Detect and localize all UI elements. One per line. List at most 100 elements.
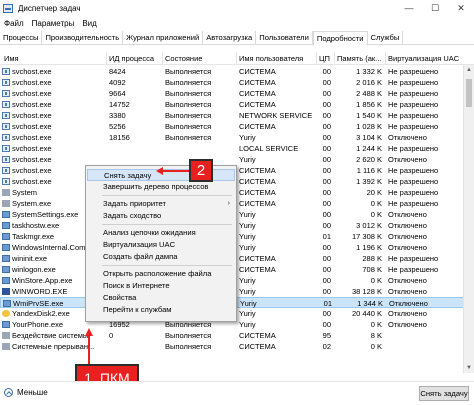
- column-header-user[interactable]: Имя пользователя: [236, 52, 316, 65]
- table-row[interactable]: WindowsInternal.Com... Yuriy 00 1 196 K Откл…: [0, 242, 474, 253]
- context-menu-item[interactable]: Перейти к службам: [87, 304, 235, 316]
- column-header-status[interactable]: Состояние: [162, 52, 236, 65]
- table-row[interactable]: YandexDisk2.exe4856ВыполняетсяYuriy0020 …: [0, 308, 474, 319]
- close-button[interactable]: ✕: [448, 0, 474, 16]
- minimize-button[interactable]: —: [396, 0, 422, 16]
- table-row-selected[interactable]: WmiPrvSE.exe15676ВыполняетсяYuriy011 344…: [0, 297, 474, 308]
- context-menu-item[interactable]: Виртуализация UAC: [87, 239, 235, 251]
- tab-startup[interactable]: Автозагрузка: [203, 31, 257, 45]
- table-row[interactable]: svchost.exe 3380 Выполняется NETWORK SERVIC…: [0, 110, 474, 121]
- cell-user: СИСТЕМА: [239, 67, 276, 76]
- cell-uac: Не разрешено: [388, 144, 439, 153]
- table-row[interactable]: YourPhone.exe 16952 Выполняется Yuriy 00 0 KО…: [0, 319, 474, 330]
- table-row[interactable]: Taskmgr.exe Yuriy 01 17 308 K Отключено: [0, 231, 474, 242]
- cell-memory: 1 196 K: [356, 243, 382, 252]
- cell-user: СИСТЕМА: [239, 199, 276, 208]
- scroll-down-icon[interactable]: ▼: [464, 363, 474, 373]
- cell-status: Выполняется: [165, 67, 212, 76]
- tab-services[interactable]: Службы: [368, 31, 404, 45]
- process-name: svchost.exe: [12, 100, 52, 109]
- scroll-thumb[interactable]: [466, 79, 472, 107]
- cell-cpu: 00: [322, 199, 331, 208]
- menu-file[interactable]: Файл: [0, 19, 28, 28]
- cell-cpu: 00: [322, 166, 331, 175]
- table-row[interactable]: svchost.exe 18156 Выполняется Yuriy 00 3 104 …: [0, 132, 474, 143]
- tab-performance[interactable]: Производительность: [42, 31, 124, 45]
- tab-users[interactable]: Пользователи: [256, 31, 313, 45]
- table-row[interactable]: taskhostw.exe Yuriy 00 3 012 K Отключено: [0, 220, 474, 231]
- end-task-button[interactable]: Снять задачу: [419, 386, 469, 401]
- fewer-details-button[interactable]: Меньше: [4, 388, 48, 397]
- cell-status: Выполняется: [165, 78, 212, 87]
- cell-cpu: 00: [322, 287, 331, 296]
- column-header-pid[interactable]: ИД процесса: [106, 52, 162, 65]
- process-icon: [2, 145, 10, 152]
- table-row[interactable]: svchost.exe 4092 Выполняется СИСТЕМА 00 2 016…: [0, 77, 474, 88]
- vertical-scrollbar[interactable]: ▲ ▼: [463, 65, 474, 373]
- window-title: Диспетчер задач: [18, 3, 81, 13]
- cell-user: СИСТЕМА: [239, 89, 276, 98]
- cell-pid: 9664: [109, 89, 126, 98]
- table-row[interactable]: wininit.exe СИСТЕМА 00 288 K Не разрешено: [0, 253, 474, 264]
- table-row[interactable]: svchost.exe 8424 Выполняется СИСТЕМА 00 1 332…: [0, 66, 474, 77]
- process-name: svchost.exe: [12, 122, 52, 131]
- tab-processes[interactable]: Процессы: [0, 31, 43, 45]
- cell-status: Выполняется: [165, 331, 212, 340]
- table-header: Имя ИД процесса Состояние Имя пользовате…: [0, 52, 474, 65]
- tab-details[interactable]: Подробности: [312, 31, 368, 46]
- cell-uac: Не разрешено: [388, 188, 439, 197]
- table-row[interactable]: WINWORD.EXE Yuriy 00 38 128 K Отключено: [0, 286, 474, 297]
- cell-name: svchost.exe: [0, 132, 106, 143]
- context-menu-item[interactable]: Завершить дерево процессов: [87, 181, 235, 193]
- cell-memory: 1 332 K: [356, 67, 382, 76]
- cell-uac: Не разрешено: [388, 67, 439, 76]
- table-row[interactable]: winlogon.exe СИСТЕМА 00 708 K Не разрешено: [0, 264, 474, 275]
- context-menu-label: Открыть расположение файла: [103, 269, 212, 278]
- table-row[interactable]: SystemSettings.exe Yuriy 00 0 K Отключено: [0, 209, 474, 220]
- context-menu-item[interactable]: Анализ цепочки ожидания: [87, 227, 235, 239]
- scroll-up-icon[interactable]: ▲: [464, 65, 474, 75]
- cell-memory: 0 K: [370, 276, 382, 285]
- process-icon: [2, 200, 10, 207]
- table-row[interactable]: svchost.exe СИСТЕМА 00 1 116 K Не разрешено: [0, 165, 474, 176]
- cell-memory: 38 128 K: [351, 287, 382, 296]
- table-row[interactable]: svchost.exe Yuriy 00 2 620 K Отключено: [0, 154, 474, 165]
- context-menu-item[interactable]: Поиск в Интернете: [87, 280, 235, 292]
- column-header-uac[interactable]: Виртуализация UAC: [385, 52, 463, 65]
- table-row[interactable]: svchost.exe LOCAL SERVICE 00 1 244 K Не разр…: [0, 143, 474, 154]
- table-row[interactable]: svchost.exe 5256 Выполняется СИСТЕМА 00 1 028…: [0, 121, 474, 132]
- process-icon: [2, 321, 10, 328]
- table-row[interactable]: System СИСТЕМА 00 20 K Не разрешено: [0, 187, 474, 198]
- task-manager-icon: [3, 3, 13, 13]
- context-menu-item[interactable]: Свойства: [87, 292, 235, 304]
- table-row[interactable]: System.exe СИСТЕМА 00 0 K Не разрешено: [0, 198, 474, 209]
- menu-options[interactable]: Параметры: [28, 19, 79, 28]
- menu-bar: Файл Параметры Вид: [0, 16, 474, 30]
- process-name: svchost.exe: [12, 133, 52, 142]
- column-header-memory[interactable]: Память (ак...: [334, 52, 385, 65]
- maximize-button[interactable]: ☐: [422, 0, 448, 16]
- context-menu-item[interactable]: Открыть расположение файла: [87, 268, 235, 280]
- process-name: wininit.exe: [12, 254, 48, 263]
- process-icon: [2, 211, 10, 218]
- process-icon: [2, 244, 10, 251]
- title-bar: Диспетчер задач — ☐ ✕: [0, 0, 474, 16]
- table-row[interactable]: WinStore.App.exe Yuriy 00 0 K Отключено: [0, 275, 474, 286]
- column-header-cpu[interactable]: ЦП: [316, 52, 334, 65]
- cell-pid: 8424: [109, 67, 126, 76]
- process-name: svchost.exe: [12, 155, 52, 164]
- menu-view[interactable]: Вид: [78, 19, 100, 28]
- tab-app-history[interactable]: Журнал приложений: [123, 31, 204, 45]
- context-menu-item[interactable]: Задать сходство: [87, 210, 235, 222]
- table-row[interactable]: svchost.exe 14752 Выполняется СИСТЕМА 00 1 85…: [0, 99, 474, 110]
- table-row[interactable]: Системные прерыван... Выполняется СИСТЕМА 0…: [0, 341, 474, 352]
- table-row[interactable]: Бездействие системы 0 Выполняется СИСТЕМА 95…: [0, 330, 474, 341]
- context-menu-item[interactable]: Создать файл дампа: [87, 251, 235, 263]
- table-row[interactable]: svchost.exe 9664 Выполняется СИСТЕМА 00 2 488…: [0, 88, 474, 99]
- cell-name: svchost.exe: [0, 110, 106, 121]
- context-menu-item[interactable]: Задать приоритет ›: [87, 198, 235, 210]
- cell-cpu: 00: [322, 276, 331, 285]
- table-row[interactable]: svchost.exe СИСТЕМА 00 1 392 K Не разрешено: [0, 176, 474, 187]
- column-header-name[interactable]: Имя: [0, 52, 106, 65]
- cell-cpu: 00: [322, 133, 331, 142]
